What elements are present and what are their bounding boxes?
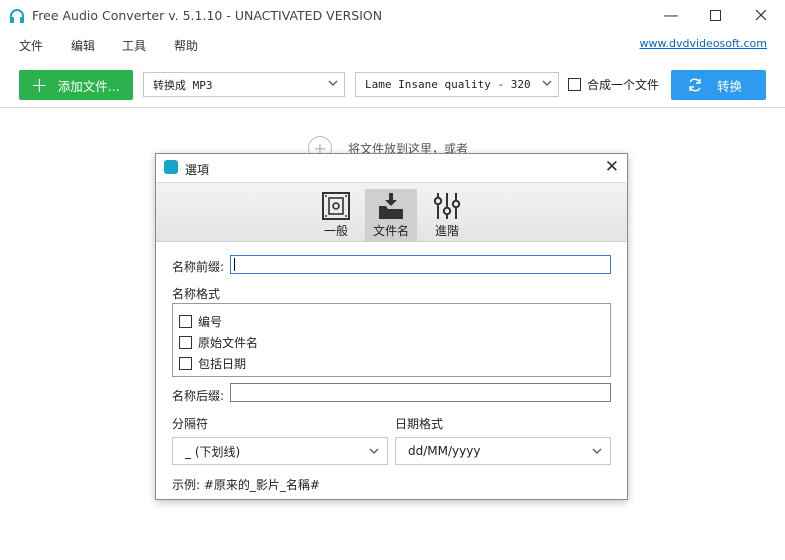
checkbox-box[interactable]	[179, 336, 192, 349]
name-format-group: 编号 原始文件名 包括日期	[172, 303, 611, 377]
sliders-icon	[433, 193, 461, 219]
headphones-icon	[10, 9, 24, 23]
headphones-icon	[164, 160, 178, 174]
output-format-select[interactable]: 转换成 MP3	[143, 72, 345, 97]
dialog-title-bar: 選項 ✕	[156, 154, 627, 182]
separator-label: 分隔符	[172, 417, 209, 431]
website-link[interactable]: www.dvdvideosoft.com	[640, 37, 767, 50]
folder-download-icon	[379, 193, 403, 219]
tab-advanced[interactable]: 進階	[421, 189, 473, 241]
tab-general-label: 一般	[323, 224, 348, 238]
date-format-value: dd/MM/yyyy	[408, 444, 481, 458]
menu-file[interactable]: 文件	[19, 37, 43, 54]
option-numbering[interactable]: 编号	[179, 313, 222, 330]
options-dialog: 選項 ✕ 一般 文件名 進階 名称前缀: 名称格式 编号 原始文件名 包括日期 …	[155, 153, 628, 500]
chevron-down-icon	[592, 448, 602, 454]
convert-label: 转换	[717, 78, 743, 94]
merge-files-label: 合成一个文件	[587, 78, 660, 92]
tab-filename[interactable]: 文件名	[365, 189, 417, 241]
refresh-icon	[689, 78, 701, 92]
convert-button[interactable]: 转换	[671, 70, 766, 100]
add-files-button[interactable]: + 添加文件...	[19, 70, 133, 100]
window-title: Free Audio Converter v. 5.1.10 - UNACTIV…	[32, 8, 383, 23]
checkbox-box[interactable]	[179, 357, 192, 370]
option-numbering-label: 编号	[198, 315, 223, 329]
menu-edit[interactable]: 编辑	[71, 37, 95, 54]
option-include-date[interactable]: 包括日期	[179, 355, 246, 372]
title-bar: Free Audio Converter v. 5.1.10 - UNACTIV…	[0, 0, 785, 32]
minimize-icon: —	[663, 6, 679, 24]
menu-bar: 文件 编辑 工具 帮助 www.dvdvideosoft.com	[0, 34, 785, 56]
separator-value: _ (下划线)	[185, 444, 241, 459]
tab-general[interactable]: 一般	[310, 189, 362, 241]
dialog-close-button[interactable]: ✕	[605, 157, 619, 177]
plus-icon: +	[31, 73, 48, 97]
text-caret	[234, 258, 235, 271]
suffix-input[interactable]	[230, 383, 611, 402]
quality-value: Lame Insane quality - 320 kb	[365, 78, 535, 91]
date-format-label: 日期格式	[395, 417, 444, 431]
settings-panel-icon	[322, 192, 350, 220]
option-include-date-label: 包括日期	[198, 357, 247, 371]
output-format-value: 转换成 MP3	[153, 78, 213, 92]
close-icon	[755, 9, 767, 21]
maximize-icon	[709, 9, 721, 21]
chevron-down-icon	[369, 448, 379, 454]
minimize-button[interactable]: —	[648, 0, 694, 30]
chevron-down-icon	[328, 80, 338, 86]
option-original-name[interactable]: 原始文件名	[179, 334, 258, 351]
dialog-title: 選項	[185, 163, 210, 177]
option-original-name-label: 原始文件名	[198, 336, 259, 350]
tab-filename-label: 文件名	[372, 224, 409, 238]
suffix-label: 名称后缀:	[172, 389, 225, 403]
maximize-button[interactable]	[692, 0, 738, 30]
date-format-select[interactable]: dd/MM/yyyy	[395, 437, 611, 465]
menu-tools[interactable]: 工具	[122, 37, 146, 54]
menu-help[interactable]: 帮助	[174, 37, 198, 54]
name-format-label: 名称格式	[172, 287, 221, 301]
options-tabs: 一般 文件名 進階	[156, 182, 627, 242]
chevron-down-icon	[542, 80, 552, 86]
quality-select[interactable]: Lame Insane quality - 320 kb	[355, 72, 559, 97]
prefix-label: 名称前缀:	[172, 260, 225, 274]
checkbox-box[interactable]	[568, 78, 581, 91]
filename-example: 示例: #原来的_影片_名稱#	[172, 478, 320, 492]
prefix-input[interactable]	[230, 255, 611, 274]
add-files-label: 添加文件...	[57, 78, 120, 94]
toolbar: + 添加文件... 转换成 MP3 Lame Insane quality - …	[0, 62, 785, 108]
checkbox-box[interactable]	[179, 315, 192, 328]
separator-select[interactable]: _ (下划线)	[172, 437, 388, 465]
close-window-button[interactable]	[738, 0, 784, 30]
merge-files-checkbox[interactable]: 合成一个文件	[568, 76, 659, 93]
tab-advanced-label: 進階	[434, 224, 459, 238]
close-icon: ✕	[604, 157, 619, 177]
